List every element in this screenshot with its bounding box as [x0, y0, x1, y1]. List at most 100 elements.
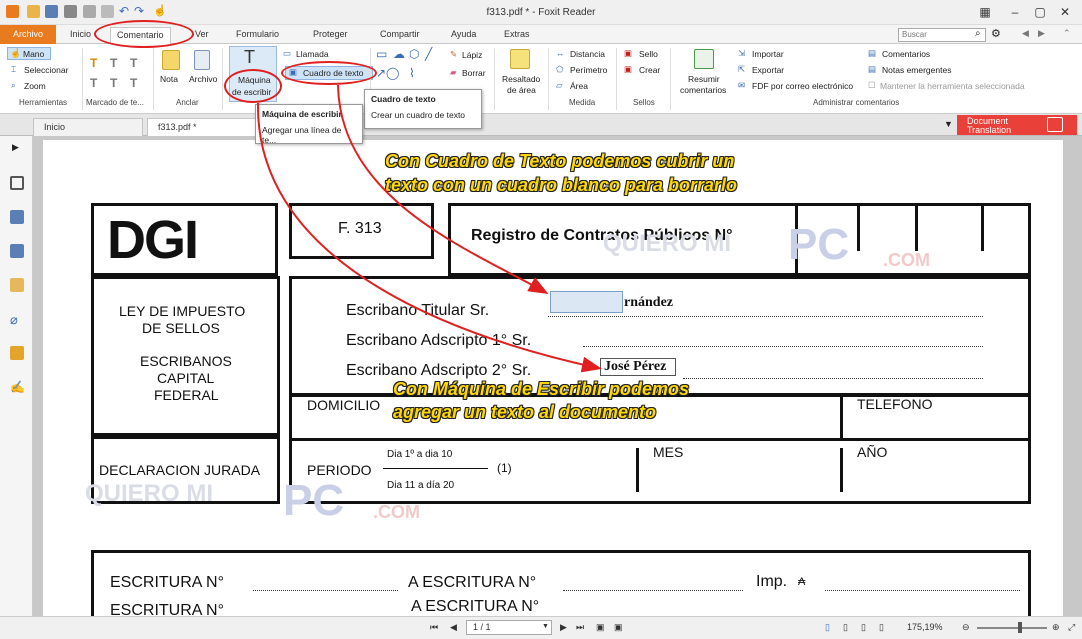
document-viewport[interactable]: DGI F. 313 Registro de Contratos Público…: [33, 136, 1082, 616]
document-translation-button[interactable]: Document Translation: [957, 115, 1077, 135]
resumir-label-1[interactable]: Resumir: [688, 74, 720, 84]
zoom-out-icon[interactable]: ⊖: [962, 622, 970, 633]
bookmark-icon[interactable]: [10, 176, 24, 190]
exportar-button[interactable]: Exportar: [752, 65, 784, 75]
strikeout-text-icon[interactable]: T: [130, 56, 137, 70]
insert-text-icon[interactable]: T: [130, 76, 137, 90]
continuous-icon[interactable]: ▯: [843, 622, 848, 633]
hand-icon: ☝: [10, 48, 22, 58]
watermark-pc-2: PC: [283, 476, 345, 525]
group-label-medida: Medida: [569, 98, 596, 107]
tab-formulario[interactable]: Formulario: [230, 27, 285, 44]
attachment-icon[interactable]: ⌀: [10, 312, 24, 327]
lock-icon[interactable]: [10, 346, 24, 360]
polygon-icon[interactable]: ⬡: [409, 47, 419, 61]
zoom-slider[interactable]: [977, 627, 1047, 629]
summarize-icon[interactable]: [694, 49, 714, 69]
rectangle-icon[interactable]: ▭: [376, 47, 387, 61]
layers-icon[interactable]: [10, 244, 24, 258]
tab-inicio[interactable]: Inicio: [64, 27, 97, 44]
declaracion-label: DECLARACION JURADA: [99, 462, 261, 478]
fdf-email-button[interactable]: FDF por correo electrónico: [752, 81, 853, 91]
close-button[interactable]: ✕: [1050, 2, 1080, 22]
fullscreen-icon[interactable]: ⤢: [1068, 622, 1075, 633]
search-input[interactable]: Buscar: [898, 28, 986, 42]
cloud-icon[interactable]: ☁: [393, 47, 405, 61]
next-page-icon[interactable]: ▶: [560, 622, 567, 633]
tab-compartir[interactable]: Compartir: [374, 27, 426, 44]
signature-icon[interactable]: ✍: [10, 380, 25, 394]
replace-text-icon[interactable]: T: [110, 76, 117, 90]
escritura-box: [91, 550, 1031, 616]
llamada-button[interactable]: Llamada: [296, 49, 329, 59]
squiggly-text-icon[interactable]: T: [90, 76, 97, 90]
comments-panel-icon[interactable]: [10, 278, 24, 292]
notas-emergentes-dropdown[interactable]: Notas emergentes: [882, 65, 951, 75]
translate-icon: [1047, 117, 1063, 132]
last-page-icon[interactable]: ⏭: [576, 622, 584, 633]
tab-proteger[interactable]: Proteger: [307, 27, 354, 44]
comentarios-dropdown[interactable]: Comentarios: [882, 49, 930, 59]
page-view-icon-2[interactable]: ▣: [614, 622, 623, 633]
pages-icon[interactable]: [10, 210, 24, 224]
watermark-com-2: .COM: [373, 502, 420, 522]
resaltado-label-1[interactable]: Resaltado: [502, 74, 540, 84]
gear-icon[interactable]: ⚙: [991, 27, 1001, 40]
doc-tab-inicio[interactable]: Inicio: [33, 118, 143, 136]
keep-tool-checkbox[interactable]: ☐: [868, 80, 876, 91]
arrow-icon[interactable]: ↗: [376, 66, 386, 80]
prev-page-icon[interactable]: ◀: [450, 622, 457, 633]
expand-panel-icon[interactable]: ▶: [12, 142, 19, 153]
area-button[interactable]: Área: [570, 81, 588, 91]
doc-tab-f313[interactable]: f313.pdf *: [147, 118, 257, 136]
tab-ayuda[interactable]: Ayuda: [445, 27, 482, 44]
annotation-mid-line-1: Con Máquina de Escribir podemos: [393, 379, 690, 399]
page-view-icon[interactable]: ▣: [596, 622, 605, 633]
facing-continuous-icon[interactable]: ▯: [879, 622, 884, 633]
ribbon-toggle-icon[interactable]: ▦: [970, 2, 1000, 22]
single-page-icon[interactable]: ▯: [825, 622, 830, 633]
zoom-button[interactable]: Zoom: [24, 81, 46, 91]
typewriter-annotation[interactable]: José Pérez: [600, 358, 676, 376]
forward-icon[interactable]: ▶: [1038, 28, 1045, 39]
sello-button[interactable]: Sello: [639, 49, 658, 59]
textbox-annotation[interactable]: [550, 291, 623, 313]
line-icon[interactable]: ╱: [425, 47, 432, 61]
tab-extras[interactable]: Extras: [498, 27, 536, 44]
tab-dropdown-icon[interactable]: ▼: [944, 119, 953, 129]
resaltado-label-2[interactable]: de área: [507, 85, 536, 95]
area-highlight-icon[interactable]: [510, 49, 530, 69]
collapse-icon[interactable]: ⌃: [1063, 28, 1071, 39]
distancia-button[interactable]: Distancia: [570, 49, 605, 59]
tooltip-maquina-desc: Agregar una línea de te...: [262, 125, 342, 144]
tab-archivo[interactable]: Archivo: [0, 25, 56, 44]
perimeter-icon: ⬠: [556, 64, 564, 74]
resumir-label-2[interactable]: comentarios: [680, 85, 726, 95]
oval-icon[interactable]: ◯: [386, 66, 399, 80]
logo-box: DGI: [91, 203, 278, 276]
archivo-button[interactable]: Archivo: [189, 74, 217, 84]
lapiz-button[interactable]: Lápiz: [462, 50, 482, 60]
fdf-email-icon: ✉: [738, 80, 746, 90]
attach-file-icon[interactable]: [194, 50, 210, 70]
note-icon[interactable]: [162, 50, 180, 70]
first-page-icon[interactable]: ⏮: [430, 622, 438, 633]
facing-icon[interactable]: ▯: [861, 622, 866, 633]
search-icon[interactable]: ⌕: [975, 28, 981, 39]
polyline-icon[interactable]: ⌇: [409, 66, 415, 80]
titular-label: Escribano Titular Sr.: [346, 302, 490, 319]
back-icon[interactable]: ◀: [1022, 28, 1029, 39]
crear-button[interactable]: Crear: [639, 65, 660, 75]
perimetro-button[interactable]: Perímetro: [570, 65, 607, 75]
nota-button[interactable]: Nota: [160, 74, 178, 84]
borrador-button[interactable]: Borrar: [462, 68, 486, 78]
zoom-in-icon[interactable]: ⊕: [1052, 622, 1060, 633]
pdf-page[interactable]: DGI F. 313 Registro de Contratos Público…: [43, 140, 1063, 616]
zoom-slider-handle[interactable]: [1018, 622, 1022, 633]
importar-button[interactable]: Importar: [752, 49, 784, 59]
seleccionar-button[interactable]: Seleccionar: [24, 65, 68, 75]
page-number-input[interactable]: 1 / 1 ▼: [466, 620, 552, 635]
highlight-text-icon[interactable]: T: [90, 56, 97, 70]
mano-button[interactable]: ☝ Mano: [7, 47, 51, 60]
underline-text-icon[interactable]: T: [110, 56, 117, 70]
